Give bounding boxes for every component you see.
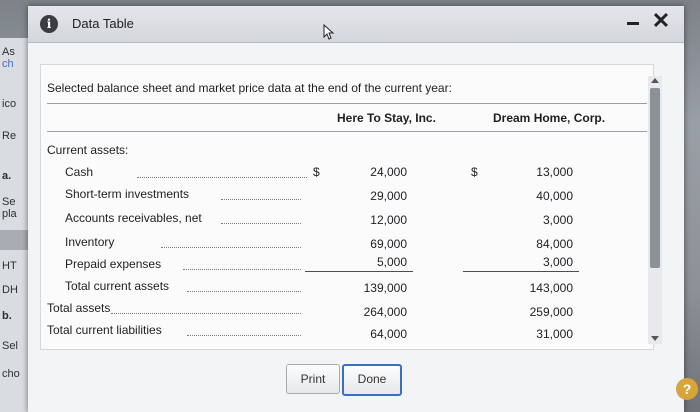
- value-here-to-stay: 5,000: [376, 255, 407, 269]
- scroll-thumb[interactable]: [650, 88, 660, 268]
- value-here-to-stay: 264,000: [363, 305, 407, 319]
- value-dream-home: 13,000: [536, 165, 573, 179]
- bg-fragment: b.: [2, 310, 12, 322]
- print-button[interactable]: Print: [286, 364, 340, 394]
- value-dream-home: 3,000: [542, 255, 573, 269]
- leader-dots: [221, 223, 301, 225]
- close-icon[interactable]: ✕: [648, 8, 674, 34]
- currency-symbol: $: [313, 165, 320, 179]
- value-dream-home: 143,000: [529, 281, 573, 295]
- value-here-to-stay: 24,000: [370, 165, 407, 179]
- value-here-to-stay: 12,000: [370, 213, 407, 227]
- row-label: Inventory: [65, 235, 115, 249]
- row-label: Prepaid expenses: [65, 257, 162, 271]
- dialog-titlebar[interactable]: i Data Table ✕: [28, 6, 684, 43]
- mouse-cursor-icon: [323, 24, 335, 40]
- info-icon: i: [40, 15, 58, 33]
- divider: [47, 131, 647, 132]
- row-label: Total current liabilities: [47, 323, 162, 337]
- value-here-to-stay: 139,000: [363, 281, 407, 295]
- section-label: Current assets:: [47, 143, 129, 157]
- value-dream-home: 259,000: [529, 305, 573, 319]
- row-label: Cash: [65, 165, 94, 179]
- scroll-down-arrow-icon[interactable]: [651, 336, 659, 341]
- value-dream-home: 84,000: [536, 237, 573, 251]
- value-dream-home: 3,000: [542, 213, 573, 227]
- vertical-scrollbar[interactable]: [648, 76, 662, 344]
- leader-dots: [183, 269, 301, 271]
- bg-fragment: pla: [2, 208, 17, 220]
- value-here-to-stay: 64,000: [370, 327, 407, 341]
- bg-fragment: Se: [2, 196, 16, 208]
- done-button[interactable]: Done: [342, 364, 402, 396]
- leader-dots: [161, 247, 301, 249]
- help-icon[interactable]: ?: [676, 378, 698, 400]
- row-label: Short-term investments: [65, 187, 190, 201]
- column-header-dream-home: Dream Home, Corp.: [493, 111, 606, 125]
- leader-dots: [137, 177, 307, 179]
- minimize-icon[interactable]: [622, 11, 644, 31]
- table-panel: Selected balance sheet and market price …: [40, 64, 654, 350]
- bg-fragment: ico: [2, 98, 17, 110]
- subtotal-rule: [463, 271, 579, 272]
- subtotal-rule: [305, 271, 413, 272]
- scroll-up-arrow-icon[interactable]: [651, 78, 659, 83]
- table-heading: Selected balance sheet and market price …: [47, 81, 452, 95]
- value-dream-home: 40,000: [536, 189, 573, 203]
- value-dream-home: 31,000: [536, 327, 573, 341]
- column-header-here-to-stay: Here To Stay, Inc.: [337, 111, 436, 125]
- bg-fragment: DH: [2, 284, 18, 296]
- leader-dots: [111, 313, 301, 315]
- bg-fragment: Sel: [2, 340, 18, 352]
- bg-fragment: As: [2, 46, 15, 58]
- bg-fragment: HT: [2, 260, 17, 272]
- row-label: Total assets: [47, 301, 111, 315]
- bg-fragment: cho: [2, 368, 20, 380]
- leader-dots: [187, 335, 301, 337]
- bg-fragment: ch: [2, 58, 14, 70]
- row-label: Accounts receivables, net: [65, 211, 202, 225]
- row-label: Total current assets: [65, 279, 170, 293]
- divider: [47, 103, 647, 104]
- currency-symbol: $: [471, 165, 478, 179]
- dialog-title: Data Table: [72, 16, 134, 31]
- leader-dots: [187, 291, 301, 293]
- bg-fragment: a.: [2, 170, 12, 182]
- bg-fragment: Re: [2, 130, 17, 142]
- leader-dots: [221, 199, 301, 201]
- value-here-to-stay: 69,000: [370, 237, 407, 251]
- value-here-to-stay: 29,000: [370, 189, 407, 203]
- data-table-dialog: i Data Table ✕ Selected balance sheet an…: [28, 6, 684, 412]
